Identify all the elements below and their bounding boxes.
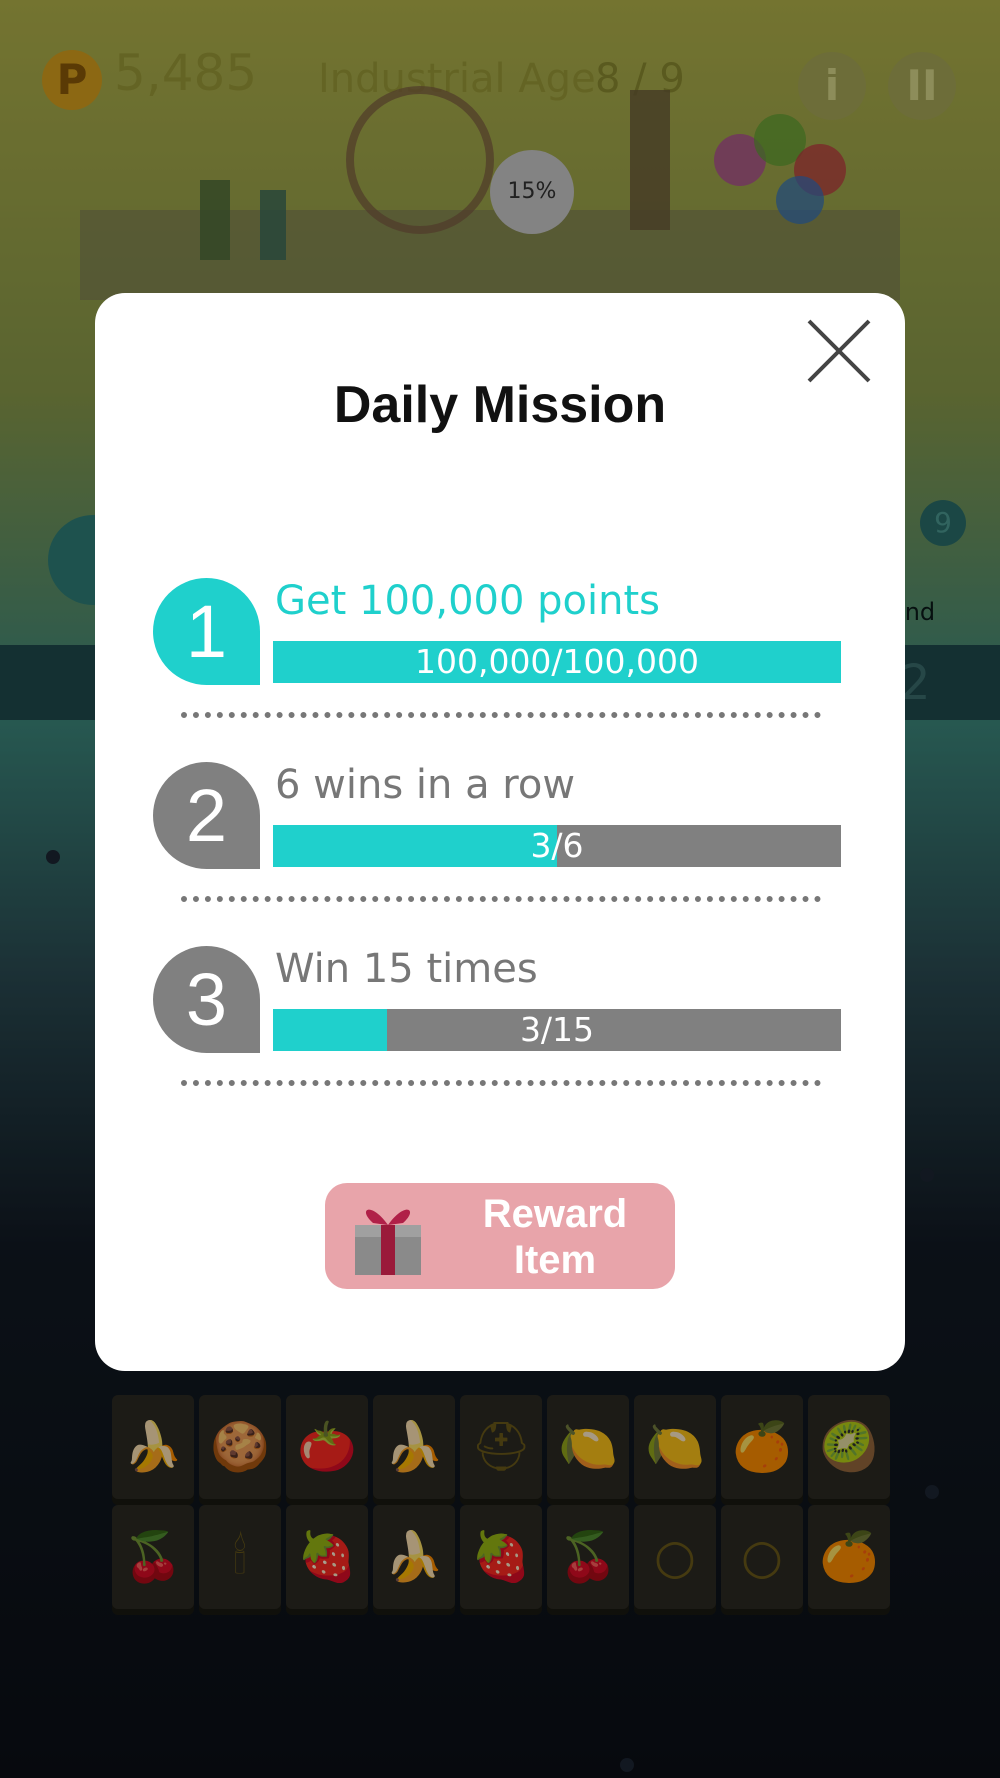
- progress-text: 100,000/100,000: [414, 642, 700, 681]
- daily-mission-dialog: Daily Mission 1 Get 100,000 points 100,0…: [95, 293, 905, 1371]
- dotted-divider: [181, 1080, 821, 1086]
- mission-item-2: 2 6 wins in a row 3/6: [153, 762, 853, 902]
- mission-item-1: 1 Get 100,000 points 100,000/100,000: [153, 578, 853, 718]
- mission-progress-bar: 100,000/100,000: [273, 641, 841, 683]
- mission-number-badge: 1: [153, 578, 260, 685]
- mission-progress-bar: 3/6: [273, 825, 841, 867]
- reward-item-button[interactable]: Reward Item: [325, 1183, 675, 1289]
- mission-label: 6 wins in a row: [275, 762, 576, 808]
- reward-line-2: Item: [513, 1238, 597, 1282]
- mission-label: Get 100,000 points: [275, 578, 660, 624]
- progress-text: 3/15: [519, 1010, 595, 1049]
- mission-item-3: 3 Win 15 times 3/15: [153, 946, 853, 1086]
- dialog-title: Daily Mission: [333, 376, 667, 434]
- dotted-divider: [181, 896, 821, 902]
- gift-icon: [355, 1209, 421, 1275]
- reward-line-1: Reward: [482, 1192, 628, 1236]
- mission-number-badge: 3: [153, 946, 260, 1053]
- mission-progress-bar: 3/15: [273, 1009, 841, 1051]
- progress-text: 3/6: [530, 826, 584, 865]
- reward-button-label: Reward Item: [455, 1191, 655, 1283]
- mission-label: Win 15 times: [275, 946, 538, 992]
- dotted-divider: [181, 712, 821, 718]
- mission-number-badge: 2: [153, 762, 260, 869]
